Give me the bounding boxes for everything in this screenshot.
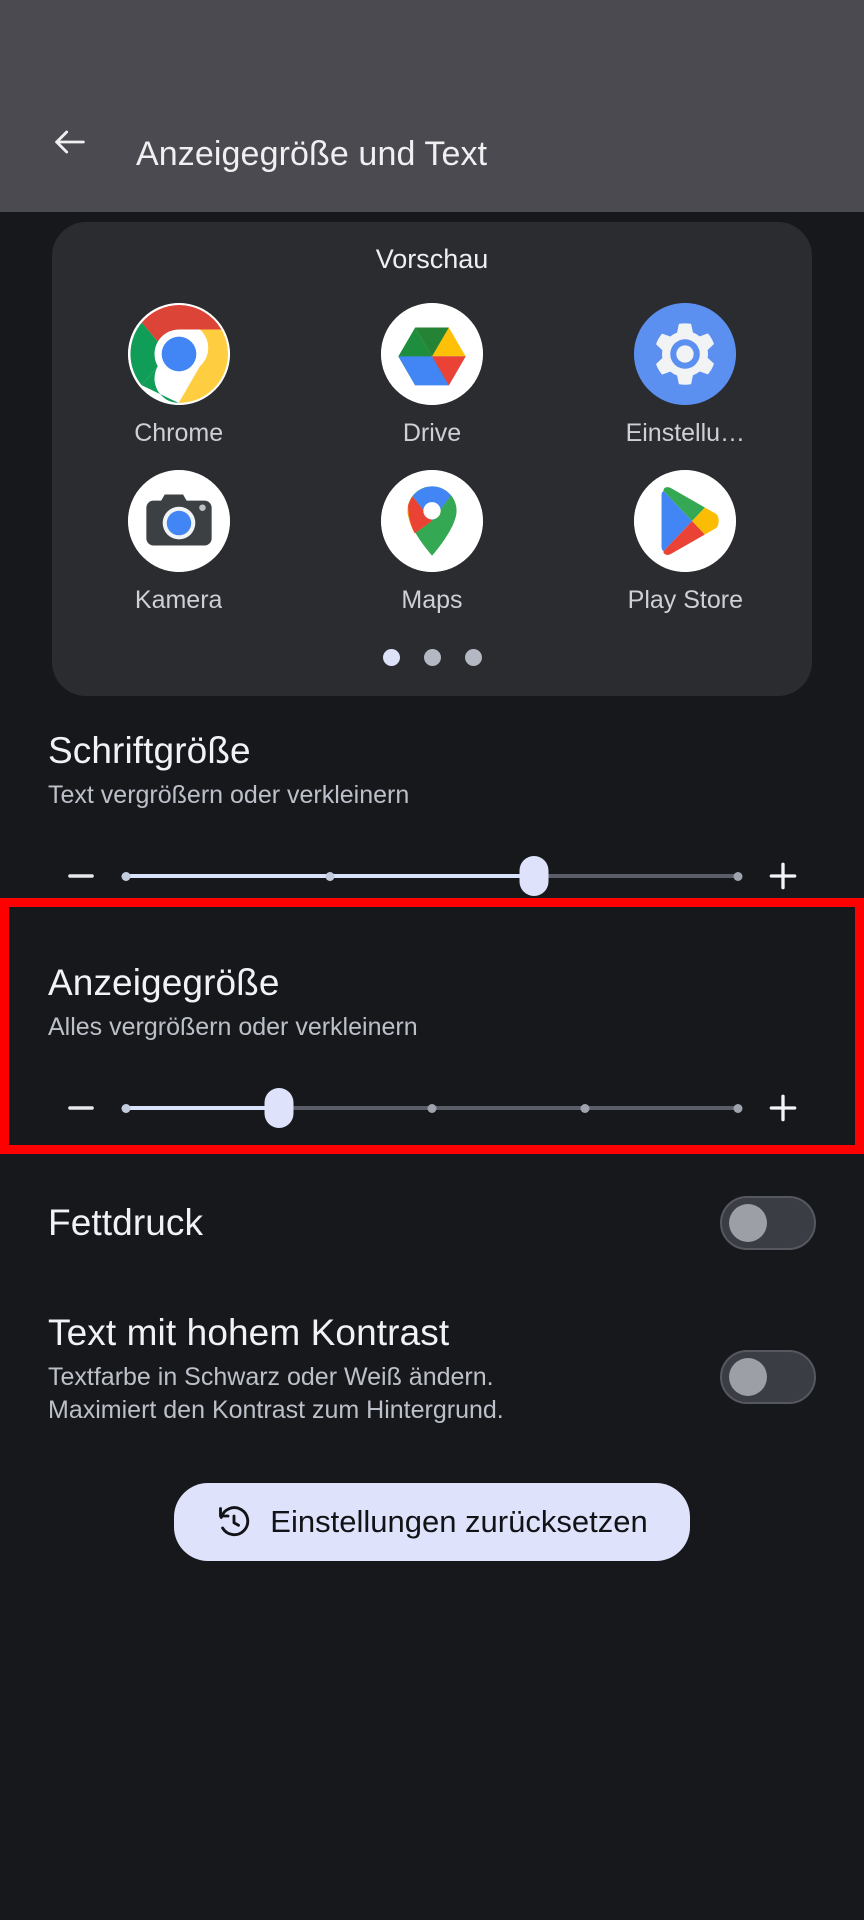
preview-page-indicator[interactable] [52,649,812,666]
reset-button-container: Einstellungen zurücksetzen [0,1427,864,1561]
font-size-slider-thumb[interactable] [519,856,549,896]
preview-app-label: Kamera [134,586,223,614]
font-size-title: Schriftgröße [48,730,251,771]
app-bar: Anzeigegröße und Text [0,0,864,212]
display-size-section: Anzeigegröße Alles vergrößern oder verkl… [0,906,864,1138]
high-contrast-text-subtitle-line2: Maximiert den Kontrast zum Hintergrund. [48,1396,504,1424]
preview-app-maps[interactable]: Maps [305,470,558,615]
preview-app-label: Einstellu… [625,419,746,447]
high-contrast-text-title: Text mit hohem Kontrast [48,1312,450,1353]
preview-app-label: Drive [402,419,462,447]
settings-gear-icon [634,303,737,405]
chrome-icon [127,303,230,405]
page-dot-2[interactable] [423,649,441,666]
bold-text-texts: Fettdruck [48,1202,700,1244]
display-size-tick-4[interactable] [580,1103,590,1113]
display-size-increase-button[interactable] [750,1078,816,1138]
history-restore-icon [216,1504,252,1540]
bold-text-title: Fettdruck [48,1202,204,1243]
back-button[interactable] [22,110,118,174]
toggle-knob [729,1204,767,1242]
font-size-section: Schriftgröße Text vergrößern oder verkle… [0,696,864,906]
font-size-slider[interactable] [121,856,743,896]
display-size-slider[interactable] [121,1088,743,1128]
font-size-slider-row [48,846,816,906]
font-size-tick-4[interactable] [733,871,743,881]
google-drive-icon [380,303,483,405]
preview-app-grid: Chrome Drive Einstellu… Kamera Maps Play… [52,303,812,615]
reset-settings-button[interactable]: Einstellungen zurücksetzen [174,1483,690,1561]
play-store-icon [634,470,737,572]
font-size-subtitle: Text vergrößern oder verkleinern [48,781,410,809]
preview-card: Vorschau Chrome Drive Einstellu… Kamera … [52,222,812,696]
display-size-slider-thumb[interactable] [264,1088,294,1128]
preview-app-chrome[interactable]: Chrome [52,303,305,448]
page-dot-1[interactable] [382,649,400,666]
camera-icon [127,470,230,572]
display-size-slider-row [48,1078,816,1138]
preview-app-settings[interactable]: Einstellu… [559,303,812,448]
toggle-knob [729,1357,767,1396]
page-title: Anzeigegröße und Text [136,135,488,173]
preview-app-label: Play Store [627,586,743,614]
preview-app-drive[interactable]: Drive [305,303,558,448]
bold-text-toggle[interactable] [720,1196,816,1250]
preview-app-play-store[interactable]: Play Store [559,470,812,615]
preview-app-label: Maps [401,586,463,614]
preview-app-camera[interactable]: Kamera [52,470,305,615]
display-size-slider-fill [126,1106,279,1110]
font-size-increase-button[interactable] [750,846,816,906]
settings-content: Vorschau Chrome Drive Einstellu… Kamera … [0,222,864,1920]
display-size-subtitle: Alles vergrößern oder verkleinern [48,1013,418,1041]
reset-settings-label: Einstellungen zurücksetzen [270,1504,648,1539]
font-size-decrease-button[interactable] [48,846,114,906]
font-size-tick-2[interactable] [325,871,335,881]
preview-app-label: Chrome [134,419,224,447]
high-contrast-text-toggle[interactable] [720,1349,816,1404]
display-size-tick-5[interactable] [733,1103,743,1113]
page-dot-3[interactable] [464,649,482,666]
display-size-decrease-button[interactable] [48,1078,114,1138]
display-size-tick-1[interactable] [121,1103,131,1113]
display-size-tick-3[interactable] [427,1103,437,1113]
high-contrast-text-row[interactable]: Text mit hohem Kontrast Textfarbe in Sch… [0,1250,864,1427]
bold-text-row[interactable]: Fettdruck [0,1138,864,1250]
preview-card-title: Vorschau [375,244,489,274]
high-contrast-text-subtitle-line1: Textfarbe in Schwarz oder Weiß ändern. [48,1363,494,1391]
display-size-title: Anzeigegröße [48,962,280,1003]
google-maps-pin-icon [380,470,483,572]
high-contrast-text-texts: Text mit hohem Kontrast Textfarbe in Sch… [48,1312,700,1427]
arrow-left-icon [50,122,90,162]
font-size-tick-1[interactable] [121,871,131,881]
